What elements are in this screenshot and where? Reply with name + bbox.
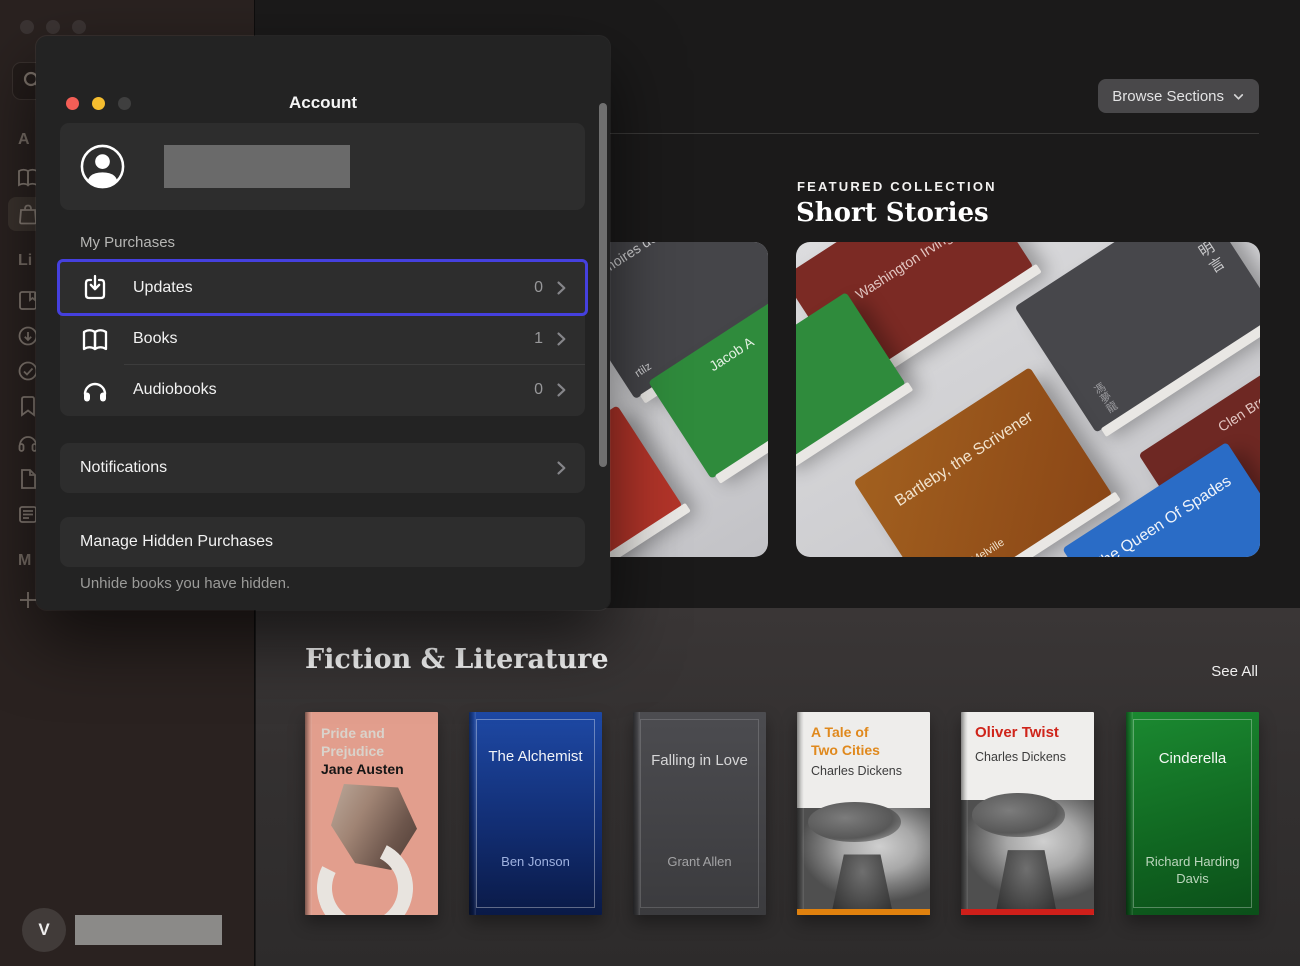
dialog-scrollbar-thumb[interactable]: [599, 103, 607, 467]
see-all-link[interactable]: See All: [1211, 663, 1258, 680]
row-label: Updates: [133, 279, 193, 297]
book-title: The Alchemist: [469, 748, 602, 765]
window-close-button[interactable]: [20, 20, 34, 34]
window-minimize-button[interactable]: [46, 20, 60, 34]
section-title: Fiction & Literature: [305, 644, 609, 675]
account-card[interactable]: [60, 123, 585, 210]
featured-book-title: Bartleby, the Scrivener: [883, 402, 1047, 518]
book-cover-pride-and-prejudice[interactable]: Pride and Prejudice Jane Austen: [305, 712, 438, 915]
square-arrow-down-icon: [80, 273, 110, 303]
book-author: Charles Dickens: [811, 764, 902, 778]
book-spine: [961, 712, 968, 915]
book-spine: [633, 712, 640, 915]
browse-sections-button[interactable]: Browse Sections: [1098, 79, 1259, 113]
book-cover-cinderella[interactable]: Cinderella Richard Harding Davis: [1126, 712, 1259, 915]
updates-row[interactable]: Updates 0: [60, 262, 585, 313]
chevron-down-icon: [1232, 90, 1245, 103]
user-avatar[interactable]: V: [22, 908, 66, 952]
book-cover-the-alchemist[interactable]: The Alchemist Ben Jonson: [469, 712, 602, 915]
featured-book-author: 馮夢龍: [1089, 380, 1120, 416]
cover-border-frame: [640, 719, 759, 908]
sidebar-section-my-collections: M: [18, 552, 31, 570]
book-spine: [1126, 712, 1133, 915]
book-cover-falling-in-love[interactable]: Falling in Love Grant Allen: [633, 712, 766, 915]
chevron-right-icon: [551, 329, 571, 349]
row-count: 1: [534, 330, 543, 348]
book-title: Oliver Twist: [975, 724, 1059, 741]
open-book-icon: [80, 324, 110, 354]
cover-accent-strip: [797, 909, 930, 915]
book-author: Jane Austen: [321, 761, 404, 777]
window-zoom-button[interactable]: [72, 20, 86, 34]
chevron-right-icon: [551, 458, 571, 478]
person-crop-circle-icon: [79, 143, 126, 190]
book-spine: [469, 712, 476, 915]
featured-card-short-stories[interactable]: Washington Irving 喻世明言馮夢龍 rd du Bartleby…: [796, 242, 1260, 557]
notifications-row[interactable]: Notifications: [60, 443, 585, 493]
books-app-window: A Li M: [0, 0, 1300, 966]
book-author: Richard Harding Davis: [1136, 854, 1249, 888]
featured-collection-eyebrow: FEATURED COLLECTION: [797, 179, 997, 194]
books-row[interactable]: Books 1: [60, 313, 585, 364]
redacted-account-name: [75, 915, 222, 945]
book-title: Pride and Prejudice: [321, 724, 411, 760]
browse-sections-label: Browse Sections: [1112, 88, 1224, 105]
sidebar-account-footer: V: [0, 894, 255, 966]
book-cover-a-tale-of-two-cities[interactable]: A Tale of Two Cities Charles Dickens: [797, 712, 930, 915]
row-count: 0: [534, 381, 543, 399]
window-traffic-lights: [20, 20, 86, 34]
my-purchases-label: My Purchases: [80, 234, 175, 251]
sidebar-section-library: Li: [18, 252, 32, 270]
book-shelf: Pride and Prejudice Jane Austen The Alch…: [305, 712, 1259, 922]
book-title: Cinderella: [1126, 750, 1259, 767]
account-dialog: Account My Purchases: [36, 36, 610, 610]
featured-book-title: rd du: [796, 311, 853, 395]
manage-hidden-purchases-button[interactable]: Manage Hidden Purchases: [60, 517, 585, 567]
book-title: A Tale of Two Cities: [811, 724, 891, 759]
row-label: Books: [133, 330, 177, 348]
row-label: Manage Hidden Purchases: [80, 533, 273, 551]
book-cover-oliver-twist[interactable]: Oliver Twist Charles Dickens: [961, 712, 1094, 915]
sidebar-section-apple-books: A: [18, 131, 30, 149]
chevron-right-icon: [551, 278, 571, 298]
book-spine: [305, 712, 312, 915]
book-author: Ben Jonson: [469, 854, 602, 869]
dialog-title: Account: [36, 93, 610, 113]
book-spine: [797, 712, 804, 915]
row-label: Notifications: [80, 459, 167, 477]
book-author: Charles Dickens: [975, 750, 1066, 764]
unhide-caption: Unhide books you have hidden.: [80, 575, 290, 592]
author-portrait: [797, 808, 930, 909]
featured-book-title: The Queen Of Spades: [1087, 470, 1239, 557]
featured-collection-title: Short Stories: [796, 198, 989, 228]
audiobooks-row[interactable]: Audiobooks 0: [60, 364, 585, 415]
fiction-literature-section: Fiction & Literature See All Pride and P…: [256, 608, 1300, 966]
redacted-account-name: [164, 145, 350, 188]
book-author: Grant Allen: [633, 854, 766, 869]
featured-book-title: 喻世明言: [1172, 242, 1229, 280]
purchases-group: Updates 0 Books 1: [60, 262, 585, 416]
row-label: Audiobooks: [133, 381, 217, 399]
headphones-icon: [80, 375, 110, 405]
book-title: Falling in Love: [633, 752, 766, 769]
row-count: 0: [534, 279, 543, 297]
author-portrait: [961, 800, 1094, 909]
chevron-right-icon: [551, 380, 571, 400]
cover-accent-strip: [961, 909, 1094, 915]
